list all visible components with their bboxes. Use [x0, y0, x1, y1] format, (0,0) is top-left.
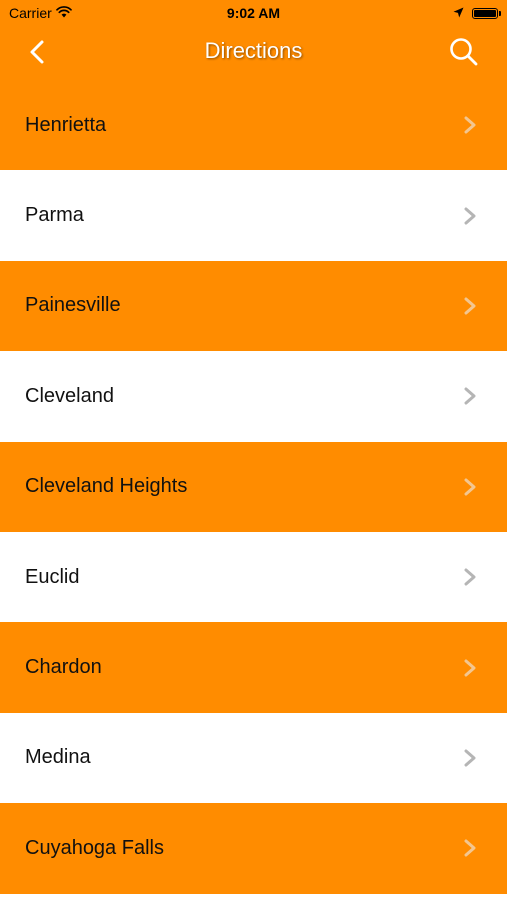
list-item-label: Cleveland [25, 384, 114, 407]
list-item-euclid[interactable]: Euclid [0, 531, 507, 623]
list-item-cleveland-heights[interactable]: Cleveland Heights [0, 441, 507, 532]
chevron-right-icon [464, 297, 476, 315]
chevron-right-icon [464, 749, 476, 767]
search-icon [450, 38, 478, 66]
search-button[interactable] [447, 35, 481, 69]
chevron-right-icon [464, 659, 476, 677]
page-title: Directions [204, 38, 303, 63]
header: Carrier 9:02 AM Directions [0, 0, 507, 80]
chevron-right-icon [464, 207, 476, 225]
status-bar: Carrier 9:02 AM [0, 0, 507, 28]
app-screen: Carrier 9:02 AM Directions Henrietta Par… [0, 0, 507, 900]
list-item-label: Parma [25, 204, 84, 227]
list-item-henrietta[interactable]: Henrietta [0, 80, 507, 171]
chevron-right-icon [464, 387, 476, 405]
list-item-label: Cuyahoga Falls [25, 836, 164, 859]
list-item-parma[interactable]: Parma [0, 170, 507, 261]
list-item-chardon[interactable]: Chardon [0, 622, 507, 713]
list-item-cleveland[interactable]: Cleveland [0, 351, 507, 442]
battery-icon [472, 7, 501, 19]
list-item-label: Cleveland Heights [25, 475, 188, 498]
chevron-right-icon [464, 116, 476, 134]
nav-bar: Directions [0, 28, 507, 80]
list-item-label: Chardon [25, 656, 102, 679]
status-right [453, 5, 501, 21]
list-item-cuyahoga-falls[interactable]: Cuyahoga Falls [0, 803, 507, 894]
list-item-label: Medina [25, 746, 91, 769]
chevron-right-icon [464, 839, 476, 857]
list-item-medina[interactable]: Medina [0, 712, 507, 804]
battery-level [474, 9, 496, 17]
location-arrow-icon [453, 5, 464, 21]
list-item-label: Painesville [25, 294, 121, 317]
chevron-right-icon [464, 478, 476, 496]
directions-list: Henrietta Parma Painesville Cleveland Cl… [0, 80, 507, 894]
list-item-label: Henrietta [25, 113, 107, 136]
chevron-right-icon [464, 568, 476, 586]
list-item-painesville[interactable]: Painesville [0, 260, 507, 352]
list-item-label: Euclid [25, 565, 80, 588]
status-time: 9:02 AM [226, 5, 281, 21]
